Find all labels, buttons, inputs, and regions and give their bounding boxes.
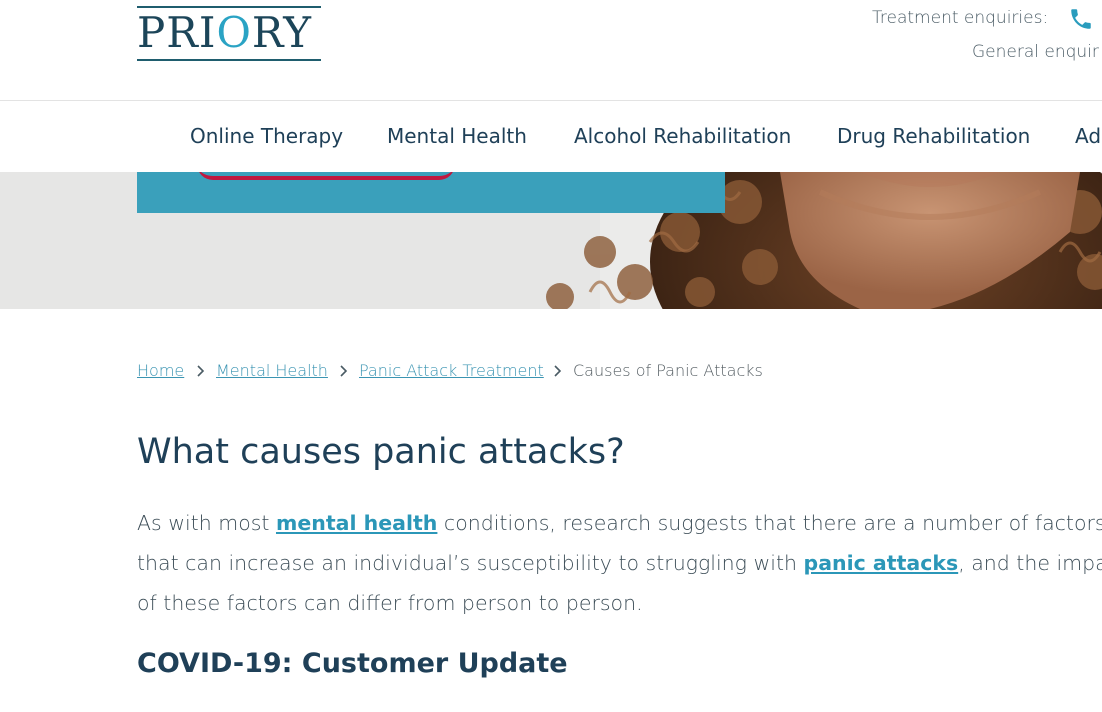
breadcrumb-mental-health[interactable]: Mental Health [216,361,328,380]
general-enquiries-label[interactable]: General enquir [972,42,1099,62]
intro-line: that can increase an individual’s suscep… [137,543,1102,583]
intro-line: As with most mental health conditions, r… [137,503,1102,543]
priory-logo[interactable]: PRIORY [137,6,321,62]
intro-text: that can increase an individual’s suscep… [137,551,804,575]
breadcrumb-panic-attack-treatment[interactable]: Panic Attack Treatment [359,361,544,380]
nav-item-online-therapy[interactable]: Online Therapy [190,124,343,148]
nav-item-ad[interactable]: Ad [1075,124,1101,148]
intro-text: of these factors can differ from person … [137,591,643,615]
phone-icon[interactable] [1068,6,1094,32]
covid-update-heading: COVID-19: Customer Update [137,648,568,679]
logo-wordmark: PRIORY [137,10,321,56]
nav-item-drug-rehabilitation[interactable]: Drug Rehabilitation [837,124,1030,148]
nav-item-alcohol-rehabilitation[interactable]: Alcohol Rehabilitation [574,124,791,148]
main-nav-items: Online Therapy Mental Health Alcohol Reh… [0,101,1102,172]
logo-text-end: RY [251,8,312,57]
nav-item-mental-health[interactable]: Mental Health [387,124,527,148]
hero-cta-button[interactable] [197,172,455,180]
intro-text: , and the impact [958,551,1102,575]
intro-text: conditions, research suggests that there… [437,511,1102,535]
contact-info: Treatment enquiries: General enquir [862,6,1102,76]
intro-paragraph: As with most mental health conditions, r… [137,503,1102,623]
site-header: PRIORY Treatment enquiries: General enqu… [0,0,1102,101]
chevron-right-icon [340,365,348,377]
hero-banner [0,172,1102,309]
treatment-enquiries-label: Treatment enquiries: [872,8,1049,28]
breadcrumb-home[interactable]: Home [137,361,184,380]
breadcrumb-current: Causes of Panic Attacks [573,361,763,380]
intro-text: As with most [137,511,276,535]
chevron-right-icon [197,365,205,377]
logo-bottom-rule [137,59,321,61]
hero-text-panel [137,172,725,213]
main-nav: Online Therapy Mental Health Alcohol Reh… [0,101,1102,172]
page-title: What causes panic attacks? [137,432,625,472]
mental-health-link[interactable]: mental health [276,511,437,535]
logo-text-start: PRI [137,8,217,57]
logo-text-o: O [216,8,252,57]
panic-attacks-link[interactable]: panic attacks [804,551,959,575]
chevron-right-icon [554,365,562,377]
intro-line: of these factors can differ from person … [137,583,1087,623]
